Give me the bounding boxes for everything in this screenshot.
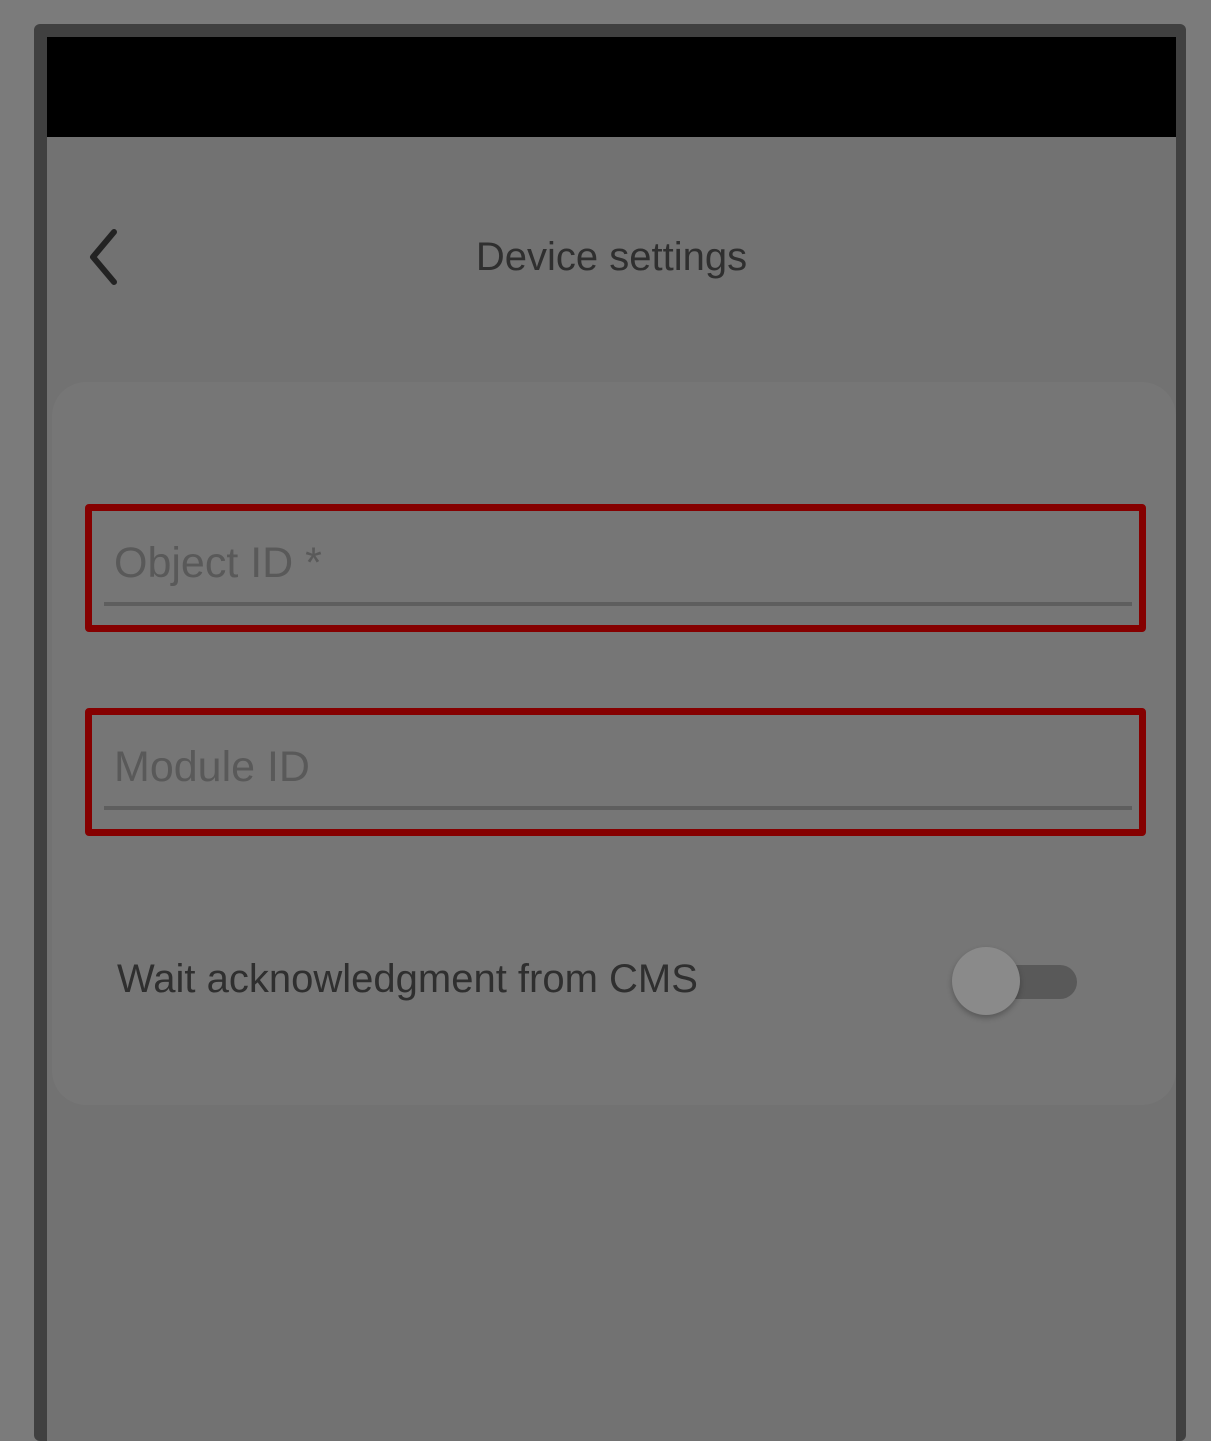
- settings-card: Wait acknowledgment from CMS: [52, 382, 1176, 1105]
- module-id-highlight: [85, 708, 1146, 836]
- status-bar: [47, 37, 1176, 137]
- module-id-input[interactable]: [104, 728, 1132, 810]
- object-id-highlight: [85, 504, 1146, 632]
- object-id-input[interactable]: [104, 524, 1132, 606]
- wait-acknowledgment-toggle[interactable]: [952, 947, 1089, 1015]
- toggle-thumb: [952, 947, 1020, 1015]
- page-title: Device settings: [475, 235, 748, 279]
- app-header: Device settings: [47, 137, 1176, 382]
- wait-acknowledgment-label: Wait acknowledgment from CMS: [117, 957, 698, 1001]
- screenshot-background: Device settings Wait acknowledgment from…: [0, 0, 1211, 1441]
- phone-screen: Device settings Wait acknowledgment from…: [47, 37, 1176, 1441]
- wait-acknowledgment-row: Wait acknowledgment from CMS: [117, 937, 1102, 1017]
